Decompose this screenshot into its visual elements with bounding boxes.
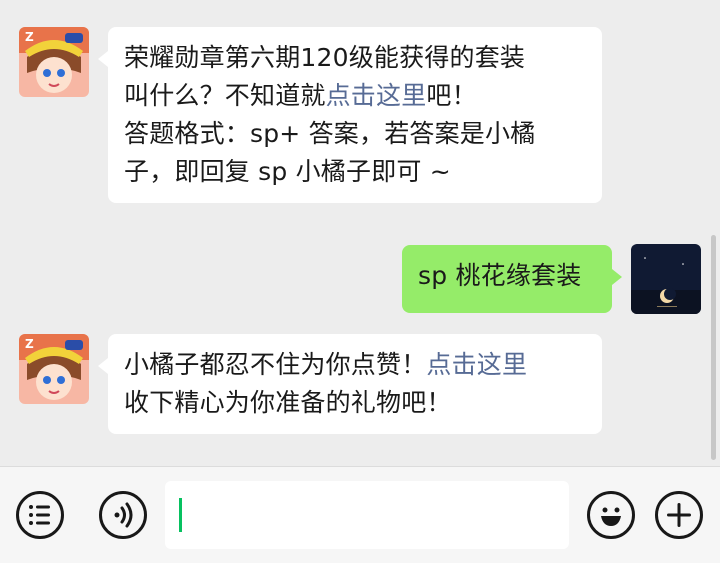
message-line: 答题格式：sp+ 答案，若答案是小橘 [124,115,586,153]
message-bubble-sent: sp 桃花缘套装 [402,245,622,313]
message-line: 小橘子都忍不住为你点赞！点击这里 [124,346,586,384]
message-text: 荣耀勋章第六期120级能获得的套装 [124,43,526,72]
message-input[interactable] [165,481,569,549]
click-here-link[interactable]: 点击这里 [326,81,427,110]
game-avatar[interactable]: Z [19,334,89,404]
click-here-link[interactable]: 点击这里 [426,350,527,379]
emoji-button[interactable] [587,491,635,539]
message-text: sp 桃花缘套装 [418,261,582,290]
message-text: 吧！ [426,81,477,110]
message-bubble-received: 小橘子都忍不住为你点赞！点击这里收下精心为你准备的礼物吧！ [98,334,602,434]
message-line: sp 桃花缘套装 [418,257,596,295]
message-line: 子，即回复 sp 小橘子即可 ~ [124,153,586,191]
input-bar [0,466,720,563]
add-button[interactable] [655,491,703,539]
svg-text:Z: Z [25,337,34,351]
list-menu-button[interactable] [16,491,64,539]
plus-icon [667,503,691,527]
user-avatar[interactable] [631,244,701,314]
message-text: 叫什么？不知道就 [124,81,326,110]
voice-icon [114,502,133,528]
message-bubble-received: 荣耀勋章第六期120级能获得的套装 叫什么？不知道就点击这里吧！ 答题格式：sp+ … [98,27,602,203]
message-text: 小橘子都忍不住为你点赞！ [124,350,427,379]
message-line: 收下精心为你准备的礼物吧！ [124,384,586,422]
message-text: 答题格式：sp+ 答案，若答案是小橘 [124,119,536,148]
game-avatar[interactable]: Z [19,27,89,97]
message-line: 叫什么？不知道就点击这里吧！ [124,77,586,115]
list-menu-icon [29,505,50,525]
text-caret [179,498,182,532]
message-text: 子，即回复 sp 小橘子即可 ~ [124,157,451,186]
emoji-icon [601,507,621,526]
scrollbar[interactable] [711,235,716,460]
chat-area: Z 荣耀勋章第六期120级能获得的套装 叫什么？不知道就点击这里吧！ 答题格式：sp… [0,0,720,466]
message-text: 收下精心为你准备的礼物吧！ [124,388,452,417]
svg-text:Z: Z [25,30,34,44]
message-line: 荣耀勋章第六期120级能获得的套装 [124,39,586,77]
voice-button[interactable] [99,491,147,539]
